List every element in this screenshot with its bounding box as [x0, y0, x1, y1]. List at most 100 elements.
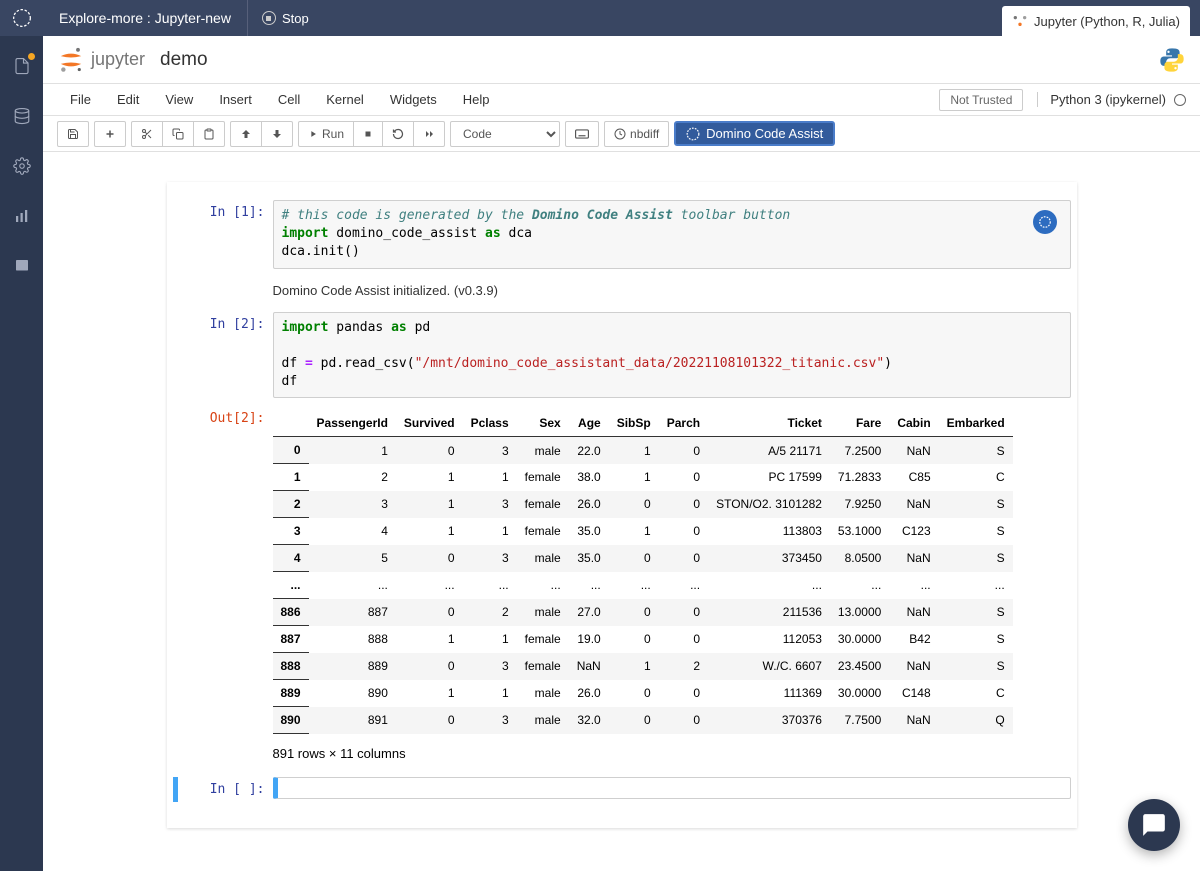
row-index: 886: [273, 599, 309, 626]
table-header-cell: Fare: [830, 410, 889, 437]
table-row: ....................................: [273, 572, 1013, 599]
row-index: 0: [273, 437, 309, 464]
table-cell: 7.9250: [830, 491, 889, 518]
main-content: jupyter demo File Edit View Insert Cell …: [43, 36, 1200, 871]
run-button[interactable]: Run: [298, 121, 354, 147]
celltype-select[interactable]: Code: [450, 121, 560, 147]
copy-button[interactable]: [163, 121, 194, 147]
table-cell: 0: [609, 599, 659, 626]
table-cell: Q: [939, 707, 1013, 734]
table-cell: S: [939, 653, 1013, 680]
table-cell: 1: [396, 680, 463, 707]
table-header-cell: Cabin: [889, 410, 938, 437]
table-cell: 7.2500: [830, 437, 889, 464]
table-cell: female: [517, 464, 569, 491]
table-header-cell: Age: [569, 410, 609, 437]
table-cell: ...: [830, 572, 889, 599]
sidebar-data-icon[interactable]: [12, 106, 32, 126]
menu-help[interactable]: Help: [450, 86, 503, 113]
code-input-1[interactable]: # this code is generated by the Domino C…: [273, 200, 1071, 269]
save-button[interactable]: [57, 121, 89, 147]
menu-edit[interactable]: Edit: [104, 86, 152, 113]
table-cell: 27.0: [569, 599, 609, 626]
stop-button[interactable]: Stop: [248, 0, 323, 36]
sidebar-notes-icon[interactable]: [12, 256, 32, 276]
table-cell: 3: [309, 491, 396, 518]
table-cell: 1: [396, 626, 463, 653]
code-cell-1[interactable]: In [1]: # this code is generated by the …: [173, 200, 1071, 269]
restart-run-all-button[interactable]: [414, 121, 445, 147]
table-cell: 4: [309, 518, 396, 545]
sidebar-settings-icon[interactable]: [12, 156, 32, 176]
menu-cell[interactable]: Cell: [265, 86, 313, 113]
menu-kernel[interactable]: Kernel: [313, 86, 377, 113]
command-palette-button[interactable]: [565, 121, 599, 147]
code-cell-3[interactable]: In [ ]:: [173, 777, 1071, 802]
paste-button[interactable]: [194, 121, 225, 147]
workspace-label-text: Jupyter (Python, R, Julia): [1034, 14, 1180, 29]
table-cell: 0: [659, 707, 708, 734]
table-cell: male: [517, 707, 569, 734]
trust-badge[interactable]: Not Trusted: [939, 89, 1023, 111]
domino-logo-icon[interactable]: [0, 8, 43, 28]
interrupt-button[interactable]: [354, 121, 383, 147]
move-down-button[interactable]: [262, 121, 293, 147]
menu-view[interactable]: View: [152, 86, 206, 113]
sidebar-stats-icon[interactable]: [12, 206, 32, 226]
table-cell: 1: [396, 491, 463, 518]
table-cell: ...: [569, 572, 609, 599]
table-cell: 0: [396, 707, 463, 734]
dca-float-icon[interactable]: [1033, 210, 1057, 234]
table-cell: S: [939, 545, 1013, 572]
row-index: 890: [273, 707, 309, 734]
kernel-name: Python 3 (ipykernel): [1050, 92, 1166, 107]
table-cell: 23.4500: [830, 653, 889, 680]
table-cell: 111369: [708, 680, 830, 707]
workspace-tab[interactable]: Jupyter (Python, R, Julia): [1002, 6, 1190, 36]
table-cell: 112053: [708, 626, 830, 653]
menu-bar: File Edit View Insert Cell Kernel Widget…: [43, 84, 1200, 116]
table-cell: PC 17599: [708, 464, 830, 491]
move-up-button[interactable]: [230, 121, 262, 147]
output-cell-1: Domino Code Assist initialized. (v0.3.9): [173, 277, 1071, 304]
output-prompt-blank: [173, 277, 273, 304]
table-cell: 1: [463, 626, 517, 653]
input-prompt: In [1]:: [173, 200, 273, 269]
output-prompt: Out[2]:: [173, 406, 273, 769]
cut-button[interactable]: [131, 121, 163, 147]
notebook-name[interactable]: demo: [160, 49, 208, 71]
table-cell: ...: [396, 572, 463, 599]
code-input-3[interactable]: [273, 777, 1071, 799]
nbdiff-button[interactable]: nbdiff: [604, 121, 669, 147]
menu-widgets[interactable]: Widgets: [377, 86, 450, 113]
table-cell: 0: [396, 545, 463, 572]
table-row: 2313female26.000STON/O2. 31012827.9250Na…: [273, 491, 1013, 518]
table-cell: 1: [609, 464, 659, 491]
table-header-cell: PassengerId: [309, 410, 396, 437]
table-cell: female: [517, 518, 569, 545]
table-cell: 889: [309, 653, 396, 680]
table-cell: female: [517, 626, 569, 653]
sidebar-files-icon[interactable]: [12, 56, 32, 76]
kernel-info[interactable]: Python 3 (ipykernel): [1037, 92, 1186, 107]
table-cell: 0: [609, 491, 659, 518]
jupyter-logo[interactable]: jupyter: [57, 46, 145, 74]
table-cell: NaN: [889, 545, 938, 572]
table-cell: 891: [309, 707, 396, 734]
clock-icon: [614, 128, 626, 140]
table-cell: 3: [463, 437, 517, 464]
domino-code-assist-button[interactable]: Domino Code Assist: [674, 121, 835, 146]
table-cell: S: [939, 599, 1013, 626]
menu-file[interactable]: File: [57, 86, 104, 113]
code-cell-2[interactable]: In [2]: import pandas as pd df = pd.read…: [173, 312, 1071, 399]
project-name[interactable]: Explore-more : Jupyter-new: [43, 0, 248, 36]
add-cell-button[interactable]: [94, 121, 126, 147]
table-cell: 2: [659, 653, 708, 680]
table-row: 88989011male26.00011136930.0000C148C: [273, 680, 1013, 707]
chat-bubble-button[interactable]: [1128, 799, 1180, 851]
jupyter-logo-text: jupyter: [91, 49, 145, 70]
restart-button[interactable]: [383, 121, 414, 147]
menu-insert[interactable]: Insert: [206, 86, 265, 113]
table-header-cell: [273, 410, 309, 437]
code-input-2[interactable]: import pandas as pd df = pd.read_csv("/m…: [273, 312, 1071, 399]
